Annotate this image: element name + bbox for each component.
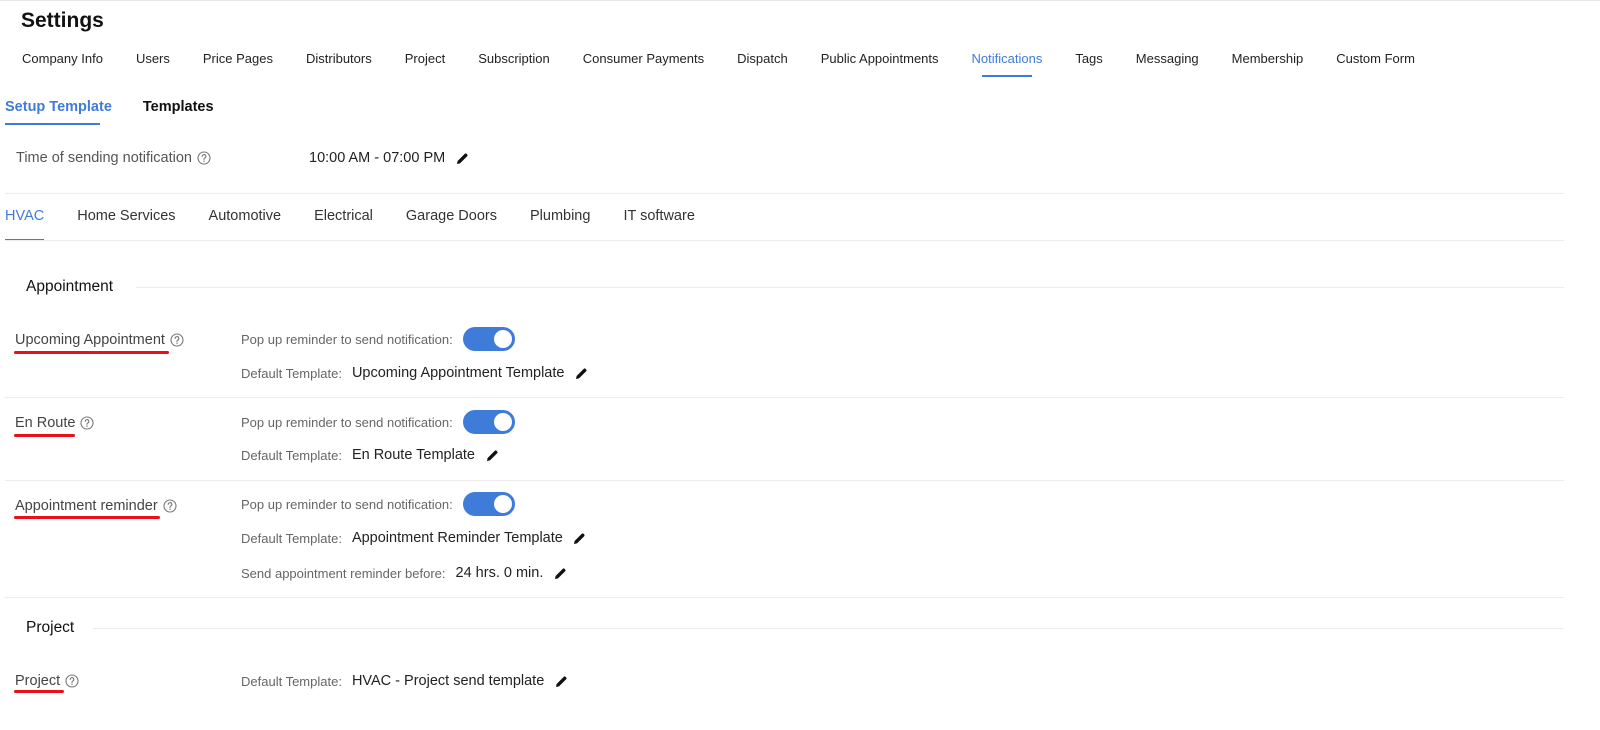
annotation-underline [14,516,160,519]
default-template-field: Default Template: Upcoming Appointment T… [241,361,588,385]
time-setting-value: 10:00 AM - 07:00 PM [309,150,446,166]
default-template-field: Default Template: En Route Template [241,443,499,467]
default-template-value: En Route Template [351,447,475,463]
tab-setup-template[interactable]: Setup Template [5,99,112,127]
time-setting-label-group: Time of sending notification [16,149,211,167]
pencil-icon[interactable] [455,151,469,165]
row-label-text: Project [15,673,61,689]
tab-membership[interactable]: Membership [1232,51,1304,79]
default-template-label: Default Template: [241,447,342,463]
tab-tags[interactable]: Tags [1075,51,1102,79]
section-divider [136,287,1564,288]
tab-subscription[interactable]: Subscription [478,51,550,79]
default-template-field: Default Template: HVAC - Project send te… [241,669,568,693]
divider [5,193,1564,194]
help-circle-icon[interactable] [80,416,95,430]
tab-plumbing[interactable]: Plumbing [530,208,590,241]
popup-reminder-label: Pop up reminder to send notification: [241,331,453,347]
tab-company-info[interactable]: Company Info [22,51,103,79]
tab-custom-form[interactable]: Custom Form [1336,51,1415,79]
help-circle-icon[interactable] [65,674,79,688]
row-label-en-route: En Route [15,414,95,432]
section-divider [93,628,1564,629]
popup-reminder-field: Pop up reminder to send notification: [241,492,515,516]
row-label-upcoming-appointment: Upcoming Appointment [15,331,184,349]
row-label-appointment-reminder: Appointment reminder [15,497,177,515]
default-template-label: Default Template: [241,530,342,546]
popup-reminder-toggle[interactable] [462,492,515,516]
popup-reminder-toggle[interactable] [462,410,515,434]
tab-garage-doors[interactable]: Garage Doors [406,208,497,241]
pencil-icon[interactable] [553,566,567,580]
tab-home-services[interactable]: Home Services [77,208,175,241]
time-setting-label: Time of sending notification [16,150,192,166]
top-divider [0,0,1600,1]
pencil-icon[interactable] [574,366,588,380]
tab-project[interactable]: Project [405,51,445,79]
popup-reminder-field: Pop up reminder to send notification: [241,410,515,434]
tab-electrical[interactable]: Electrical [314,208,373,241]
section-title-appointment: Appointment [26,278,114,295]
row-label-project: Project [15,672,79,690]
divider [5,240,1564,241]
default-template-label: Default Template: [241,365,342,381]
popup-reminder-toggle[interactable] [462,327,515,351]
tab-public-appointments[interactable]: Public Appointments [821,51,939,79]
annotation-underline [14,690,64,693]
row-label-text: Appointment reminder [15,498,158,514]
pencil-icon[interactable] [573,531,587,545]
popup-reminder-label: Pop up reminder to send notification: [241,414,453,430]
toggle-knob [493,495,512,513]
row-label-text: En Route [15,415,76,431]
tab-users[interactable]: Users [136,51,170,79]
default-template-value: Appointment Reminder Template [351,530,563,546]
toggle-knob [493,413,512,431]
pencil-icon[interactable] [554,674,568,688]
row-label-text: Upcoming Appointment [15,332,165,348]
divider [5,597,1564,598]
reminder-before-field: Send appointment reminder before: 24 hrs… [241,561,567,585]
page-title: Settings [21,9,104,32]
tab-distributors[interactable]: Distributors [306,51,372,79]
help-circle-icon[interactable] [170,333,184,347]
main-tab-bar: Company Info Users Price Pages Distribut… [22,51,1448,79]
category-tab-bar: HVAC Home Services Automotive Electrical… [5,208,728,241]
annotation-underline [14,434,75,437]
default-template-value: HVAC - Project send template [351,673,545,689]
reminder-before-label: Send appointment reminder before: [241,565,446,581]
tab-consumer-payments[interactable]: Consumer Payments [583,51,704,79]
toggle-knob [493,330,512,348]
tab-notifications[interactable]: Notifications [972,51,1042,79]
default-template-label: Default Template: [241,673,342,689]
tab-it-software[interactable]: IT software [623,208,694,241]
time-setting-value-group: 10:00 AM - 07:00 PM [309,149,469,167]
default-template-value: Upcoming Appointment Template [351,365,565,381]
popup-reminder-label: Pop up reminder to send notification: [241,496,453,512]
section-title-project: Project [26,619,75,636]
tab-automotive[interactable]: Automotive [209,208,282,241]
help-circle-icon[interactable] [197,151,211,165]
divider [5,480,1564,481]
tab-templates[interactable]: Templates [143,99,214,127]
default-template-field: Default Template: Appointment Reminder T… [241,526,587,550]
tab-hvac[interactable]: HVAC [5,208,45,241]
tab-price-pages[interactable]: Price Pages [203,51,273,79]
annotation-underline [14,351,169,354]
reminder-before-value: 24 hrs. 0 min. [455,565,544,581]
popup-reminder-field: Pop up reminder to send notification: [241,327,515,351]
sub-tab-bar: Setup Template Templates [5,99,245,127]
pencil-icon[interactable] [485,448,499,462]
divider [5,397,1564,398]
help-circle-icon[interactable] [163,499,177,513]
tab-dispatch[interactable]: Dispatch [737,51,788,79]
tab-messaging[interactable]: Messaging [1136,51,1199,79]
